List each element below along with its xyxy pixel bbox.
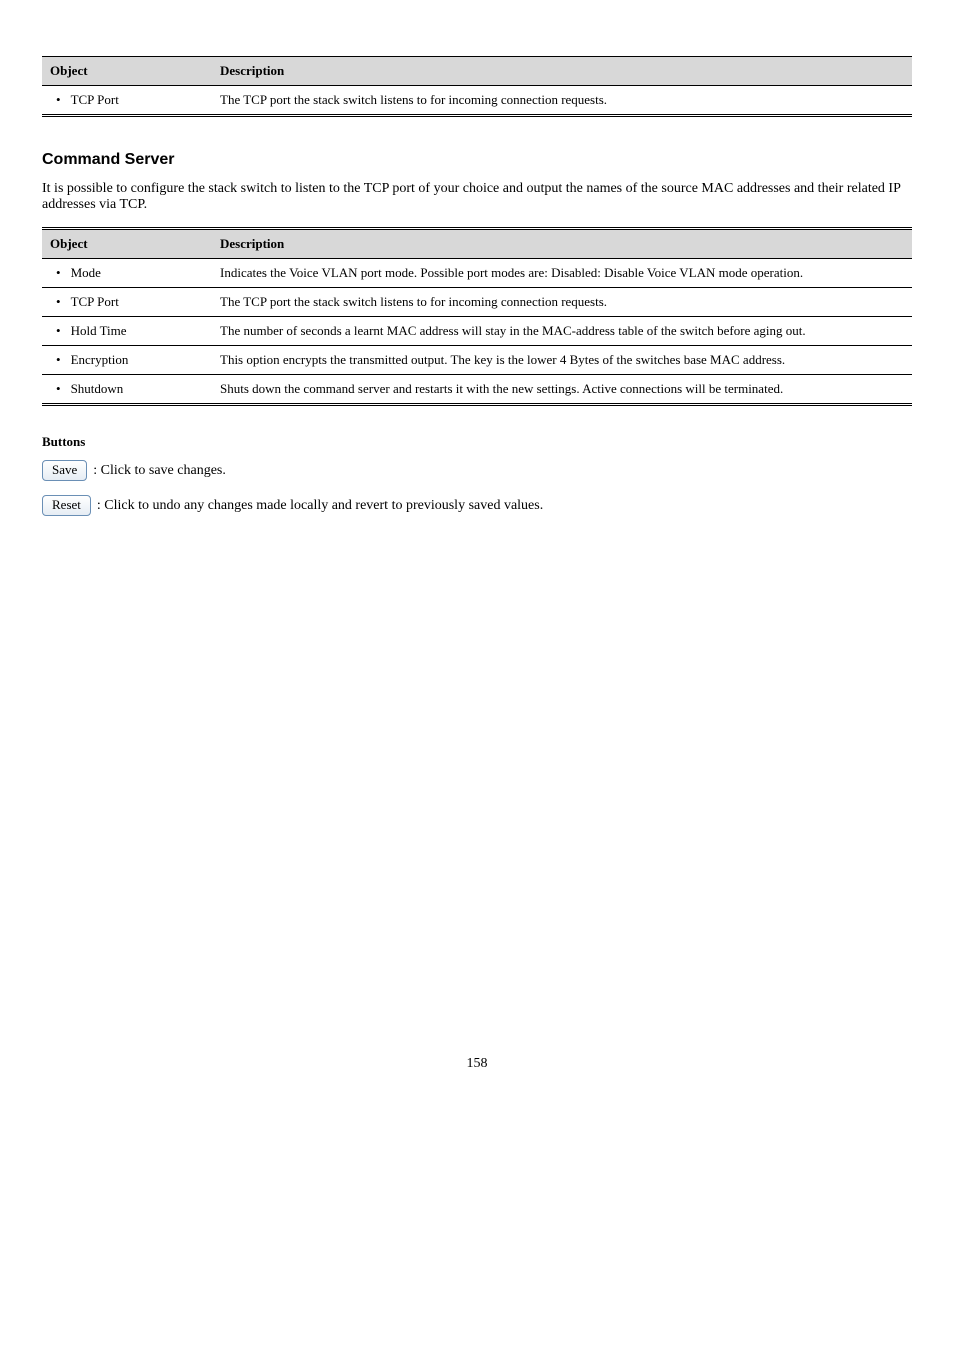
- table-row: • TCP Port The TCP port the stack switch…: [42, 288, 912, 317]
- bullet-icon: •: [50, 265, 71, 281]
- section-paragraph: It is possible to configure the stack sw…: [42, 181, 912, 213]
- row-object-label: Encryption: [71, 352, 204, 368]
- row-description: The number of seconds a learnt MAC addre…: [212, 317, 912, 346]
- row-description: The TCP port the stack switch listens to…: [212, 288, 912, 317]
- table-row: • Encryption This option encrypts the tr…: [42, 346, 912, 375]
- object-description-table-continued: Object Description • TCP Port The TCP po…: [42, 56, 912, 117]
- bullet-icon: •: [50, 381, 71, 397]
- command-server-table: Object Description • Mode Indicates the …: [42, 227, 912, 406]
- section-heading-command-server: Command Server: [42, 151, 912, 169]
- col-description-header: Description: [212, 57, 912, 86]
- row-object-label: Hold Time: [71, 323, 204, 339]
- row-object-label: TCP Port: [71, 294, 204, 310]
- page-number: 158: [42, 1056, 912, 1072]
- table-row: • Mode Indicates the Voice VLAN port mod…: [42, 259, 912, 288]
- save-button[interactable]: Save: [42, 460, 87, 481]
- reset-button-description: : Click to undo any changes made locally…: [97, 498, 543, 514]
- row-description: This option encrypts the transmitted out…: [212, 346, 912, 375]
- row-object-label: Shutdown: [71, 381, 204, 397]
- row-description: The TCP port the stack switch listens to…: [212, 86, 912, 116]
- row-description: Shuts down the command server and restar…: [212, 375, 912, 405]
- bullet-icon: •: [50, 352, 71, 368]
- col-description-header: Description: [212, 229, 912, 259]
- row-object-label: TCP Port: [71, 92, 204, 108]
- col-object-header: Object: [42, 229, 212, 259]
- bullet-icon: •: [50, 323, 71, 339]
- table-row: • Shutdown Shuts down the command server…: [42, 375, 912, 405]
- row-object-label: Mode: [71, 265, 204, 281]
- col-object-header: Object: [42, 57, 212, 86]
- table-row: • TCP Port The TCP port the stack switch…: [42, 86, 912, 116]
- bullet-icon: •: [50, 294, 71, 310]
- reset-button[interactable]: Reset: [42, 495, 91, 516]
- table-row: • Hold Time The number of seconds a lear…: [42, 317, 912, 346]
- bullet-icon: •: [50, 92, 71, 108]
- row-description: Indicates the Voice VLAN port mode. Poss…: [212, 259, 912, 288]
- buttons-heading: Buttons: [42, 434, 912, 450]
- save-button-description: : Click to save changes.: [93, 463, 226, 479]
